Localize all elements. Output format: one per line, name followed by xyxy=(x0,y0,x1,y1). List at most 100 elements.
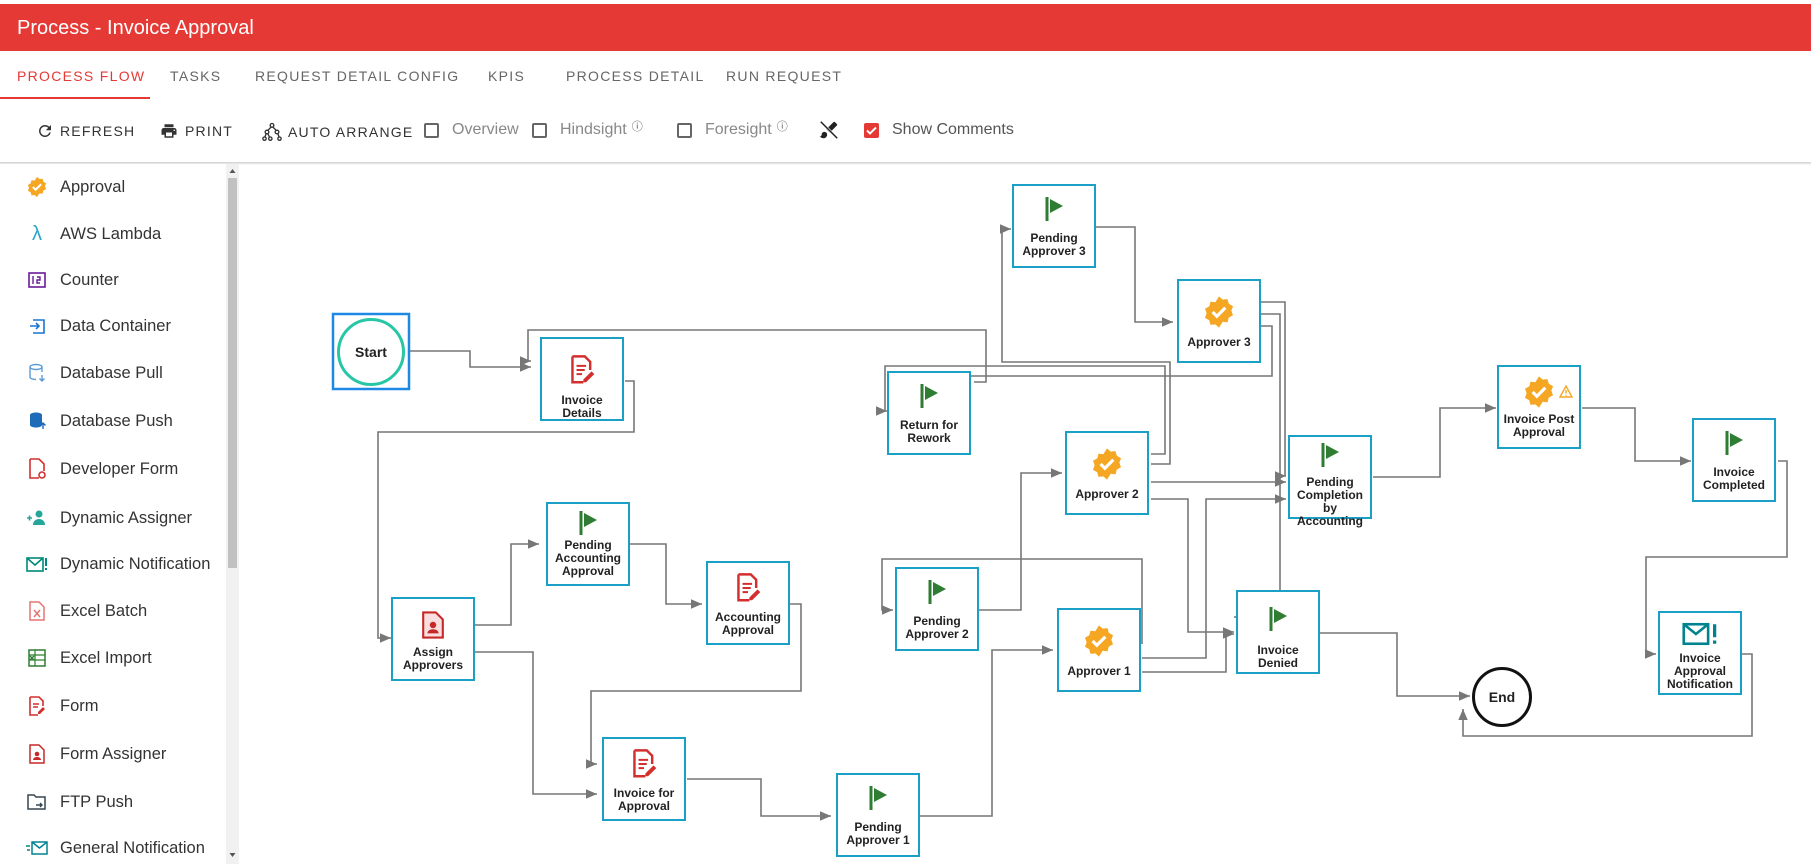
clear-highlight-button[interactable] xyxy=(818,119,846,141)
palette-item-database-pull[interactable]: Database Pull xyxy=(0,356,230,390)
approval-badge-icon xyxy=(1092,448,1122,480)
node-label: Pending Accounting Approval xyxy=(555,538,621,578)
palette-item-dynamic-assigner[interactable]: Dynamic Assigner xyxy=(0,501,230,535)
approval-badge-icon xyxy=(1204,296,1234,328)
excel-import-icon xyxy=(26,647,48,669)
active-tab-indicator xyxy=(0,97,150,99)
node-label: Pending Completion by Accounting xyxy=(1297,475,1363,528)
node-approver-2[interactable]: Approver 2 xyxy=(1065,431,1149,515)
auto-arrange-button[interactable]: AUTO ARRANGE xyxy=(262,122,413,142)
tab-request-detail-config[interactable]: REQUEST DETAIL CONFIG xyxy=(255,68,459,84)
node-pending-approver-1[interactable]: Pending Approver 1 xyxy=(836,773,920,857)
node-invoice-approval-notification[interactable]: Invoice Approval Notification xyxy=(1658,611,1742,695)
node-label: Pending Approver 3 xyxy=(1022,231,1086,258)
palette-label: Form Assigner xyxy=(60,744,167,763)
node-invoice-post-approval[interactable]: Invoice Post Approval xyxy=(1497,365,1581,449)
flag-icon xyxy=(1321,443,1339,467)
node-approver-3[interactable]: Approver 3 xyxy=(1177,279,1261,363)
hindsight-label: Hindsight xyxy=(560,121,627,138)
scrollbar-thumb[interactable] xyxy=(228,178,237,568)
node-pending-approver-2[interactable]: Pending Approver 2 xyxy=(895,567,979,651)
node-invoice-completed[interactable]: Invoice Completed xyxy=(1692,418,1776,502)
tab-tasks[interactable]: TASKS xyxy=(170,68,221,84)
palette-item-developer-form[interactable]: Developer Form xyxy=(0,452,230,486)
approval-badge-icon xyxy=(1084,625,1114,657)
palette-item-data-container[interactable]: Data Container xyxy=(0,309,230,343)
start-node[interactable]: Start xyxy=(337,318,405,386)
page-title: Process - Invoice Approval xyxy=(17,17,254,39)
show-comments-box[interactable] xyxy=(864,122,879,138)
node-label: Invoice Completed xyxy=(1702,465,1765,492)
palette-label: Dynamic Assigner xyxy=(60,508,193,527)
data-container-icon xyxy=(26,315,48,337)
node-pending-accounting-approval[interactable]: Pending Accounting Approval xyxy=(546,502,630,586)
scroll-down-icon[interactable] xyxy=(226,850,239,860)
node-pending-completion-by-accounting[interactable]: Pending Completion by Accounting xyxy=(1288,435,1372,528)
palette-item-ftp-push[interactable]: FTP Push xyxy=(0,785,230,819)
excel-batch-icon xyxy=(26,600,48,622)
node-return-for-rework[interactable]: Return for Rework xyxy=(887,371,971,455)
refresh-button[interactable]: REFRESH xyxy=(36,122,135,140)
node-label: Invoice Post Approval xyxy=(1503,412,1575,439)
print-icon xyxy=(161,124,177,138)
node-pending-approver-3[interactable]: Pending Approver 3 xyxy=(1012,184,1096,268)
flag-icon xyxy=(1269,607,1287,631)
component-palette: Approval λ AWS Lambda Counter Data Conta… xyxy=(0,164,240,864)
foresight-info-icon[interactable]: ⓘ xyxy=(777,118,788,134)
hindsight-box[interactable] xyxy=(532,122,547,138)
node-label: Accounting Approval xyxy=(715,610,781,637)
node-accounting-approval[interactable]: Accounting Approval xyxy=(706,561,790,645)
node-invoice-denied[interactable]: Invoice Denied xyxy=(1236,590,1320,674)
palette-label: FTP Push xyxy=(60,792,134,811)
show-comments-checkbox[interactable]: Show Comments xyxy=(864,121,1014,139)
palette-item-counter[interactable]: Counter xyxy=(0,263,230,297)
hindsight-info-icon[interactable]: ⓘ xyxy=(632,118,643,134)
palette-item-approval[interactable]: Approval xyxy=(0,170,230,204)
tab-run-request[interactable]: RUN REQUEST xyxy=(726,68,842,84)
palette-item-dynamic-notification[interactable]: Dynamic Notification xyxy=(0,547,230,581)
form-assigner-icon xyxy=(422,611,444,639)
foresight-box[interactable] xyxy=(677,122,692,138)
palette-label: Data Container xyxy=(60,316,171,335)
check-icon xyxy=(866,126,877,135)
flag-icon xyxy=(928,580,946,604)
node-label: Invoice Approval Notification xyxy=(1667,651,1733,691)
approval-badge-icon xyxy=(26,176,48,198)
tab-process-detail[interactable]: PROCESS DETAIL xyxy=(566,68,705,84)
node-assign-approvers[interactable]: Assign Approvers xyxy=(391,597,475,681)
tab-kpis[interactable]: KPIS xyxy=(488,68,525,84)
palette-item-excel-batch[interactable]: Excel Batch xyxy=(0,594,230,628)
palette-label: Dynamic Notification xyxy=(60,554,211,573)
refresh-icon xyxy=(39,125,51,137)
database-pull-icon xyxy=(26,362,48,384)
node-approver-1[interactable]: Approver 1 xyxy=(1057,608,1141,692)
end-label: End xyxy=(1488,689,1516,705)
palette-scrollbar[interactable] xyxy=(226,164,239,864)
end-node[interactable]: End xyxy=(1472,667,1532,727)
palette-item-general-notification[interactable]: General Notification xyxy=(0,831,230,864)
ftp-push-icon xyxy=(26,791,48,813)
palette-item-aws-lambda[interactable]: λ AWS Lambda xyxy=(0,217,230,251)
palette-item-form-assigner[interactable]: Form Assigner xyxy=(0,737,230,771)
form-icon xyxy=(571,355,595,384)
node-invoice-for-approval[interactable]: Invoice for Approval xyxy=(602,737,686,821)
print-label: PRINT xyxy=(185,123,233,139)
counter-icon xyxy=(26,269,48,291)
node-invoice-details[interactable]: Invoice Details xyxy=(540,337,624,421)
hindsight-checkbox[interactable]: Hindsight ⓘ xyxy=(532,121,643,139)
title-bar: Process - Invoice Approval xyxy=(0,4,1811,51)
print-button[interactable]: PRINT xyxy=(159,122,233,140)
tab-process-flow[interactable]: PROCESS FLOW xyxy=(17,68,145,84)
palette-item-excel-import[interactable]: Excel Import xyxy=(0,641,230,675)
process-flow-canvas[interactable]: Start End Invoice Details Assign Approve… xyxy=(240,164,1811,864)
palette-label: Excel Import xyxy=(60,648,152,667)
overview-box[interactable] xyxy=(424,122,439,138)
overview-label: Overview xyxy=(452,121,519,138)
connector-lines xyxy=(331,224,1788,821)
palette-item-form[interactable]: Form xyxy=(0,689,230,723)
overview-checkbox[interactable]: Overview xyxy=(424,121,519,139)
foresight-checkbox[interactable]: Foresight ⓘ xyxy=(677,121,788,139)
palette-item-database-push[interactable]: Database Push xyxy=(0,404,230,438)
scroll-up-icon[interactable] xyxy=(226,166,239,176)
notification-mail-icon xyxy=(1682,622,1717,646)
